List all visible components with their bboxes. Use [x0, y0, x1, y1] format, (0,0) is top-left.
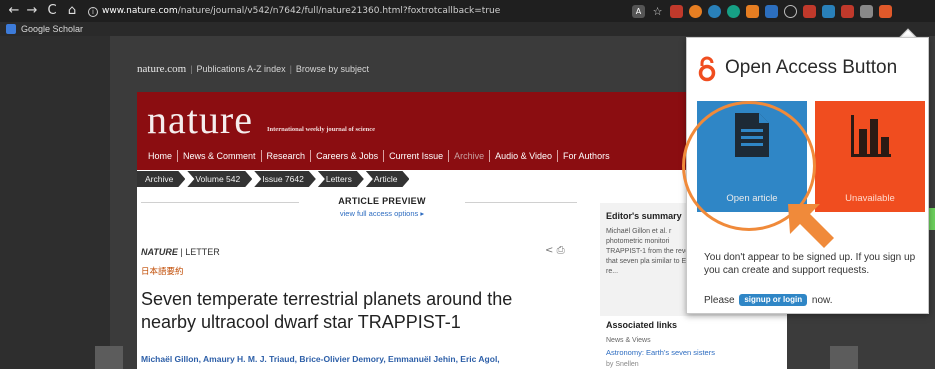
breadcrumb-letters[interactable]: Letters — [318, 171, 364, 187]
breadcrumb-volume[interactable]: Volume 542 — [187, 171, 252, 187]
extension-blue-icon[interactable] — [708, 4, 721, 18]
extension-circle-icon[interactable] — [784, 4, 797, 18]
nature-com-logo[interactable]: nature.com — [137, 63, 186, 75]
home-icon[interactable]: ⌂ — [64, 3, 80, 19]
rss-icon[interactable] — [746, 4, 759, 18]
mail-icon[interactable] — [841, 4, 854, 18]
please-text: Please — [704, 295, 735, 306]
menu-research[interactable]: Research — [262, 150, 312, 162]
bar-chart-icon — [851, 115, 891, 157]
news-views-label: News & Views — [606, 337, 651, 344]
bookmark-google-scholar[interactable]: Google Scholar — [21, 23, 83, 35]
tagline: International weekly journal of science — [267, 126, 375, 133]
menu-home[interactable]: Home — [143, 150, 179, 162]
back-arrow-icon[interactable]: ← — [6, 3, 22, 19]
url-host: www.nature.com — [102, 6, 178, 16]
menu-news-comment[interactable]: News & Comment — [178, 150, 262, 162]
now-text: now. — [811, 295, 833, 306]
bookmarks-bar: Google Scholar — [0, 22, 935, 36]
pdf-icon[interactable] — [803, 4, 816, 18]
divider — [465, 202, 577, 203]
google-scholar-icon — [6, 24, 16, 34]
share-icon[interactable]: < — [545, 245, 553, 256]
forward-arrow-icon[interactable]: → — [24, 3, 40, 19]
menu-current-issue[interactable]: Current Issue — [384, 150, 450, 162]
page-margin — [0, 36, 110, 369]
site-nav-publications[interactable]: Publications A-Z index — [197, 64, 286, 74]
extension-teal-icon[interactable] — [727, 4, 740, 18]
nature-logo[interactable]: nature — [147, 98, 253, 142]
breadcrumb-archive[interactable]: Archive — [137, 171, 185, 187]
editors-summary-title: Editor's summary — [606, 211, 682, 221]
extension-people-icon[interactable] — [765, 4, 778, 18]
main-menu: Home News & Comment Research Careers & J… — [143, 150, 615, 162]
kicker-journal: NATURE — [141, 247, 178, 257]
open-access-popup: Open Access Button Open article Unavaila… — [682, 37, 929, 314]
browser-toolbar: ← → C ⌂ i www.nature.com/nature/journal/v… — [0, 0, 935, 22]
menu-archive[interactable]: Archive — [449, 150, 491, 162]
divider — [141, 202, 299, 203]
url-path: /nature/journal/v542/n7642/full/nature21… — [177, 6, 501, 16]
view-full-access-link[interactable]: view full access options ▸ — [287, 209, 477, 218]
info-icon[interactable]: i — [88, 7, 98, 17]
address-bar[interactable]: i www.nature.com/nature/journal/v542/n764… — [88, 3, 668, 19]
article-kicker: NATURE | LETTER — [141, 247, 220, 257]
open-access-logo-icon — [698, 56, 716, 82]
menu-audio-video[interactable]: Audio & Video — [490, 150, 559, 162]
kicker-type: | LETTER — [180, 247, 220, 257]
open-access-button-icon[interactable] — [879, 4, 892, 18]
login-row: Please signup or login now. — [704, 294, 833, 307]
extension-grey-icon[interactable] — [860, 4, 873, 18]
reload-icon[interactable]: C — [44, 3, 60, 19]
associated-links-title: Associated links — [606, 320, 678, 330]
share-print-icons: < ⎙ — [545, 245, 565, 256]
menu-for-authors[interactable]: For Authors — [558, 150, 615, 162]
signup-login-button[interactable]: signup or login — [739, 294, 808, 306]
star-icon[interactable]: ☆ — [651, 5, 664, 18]
pointer-arrow-annotation — [788, 204, 834, 248]
prev-article-button[interactable] — [95, 346, 123, 369]
article-headline: Seven temperate terrestrial planets arou… — [141, 289, 513, 332]
popup-title: Open Access Button — [725, 57, 898, 78]
news-views-link[interactable]: Astronomy: Earth's seven sisters — [606, 348, 715, 357]
translate-icon[interactable]: A — [632, 4, 645, 18]
site-nav-browse[interactable]: Browse by subject — [296, 64, 369, 74]
breadcrumb-article[interactable]: Article — [366, 171, 410, 187]
signup-message: You don't appear to be signed up. If you… — [704, 252, 916, 276]
japanese-summary-link[interactable]: 日本語要約 — [141, 265, 184, 277]
extension-orange-icon[interactable] — [689, 4, 702, 18]
site-nav: nature.com | Publications A-Z index | Browse… — [137, 63, 369, 75]
news-views-author: by Snellen — [606, 361, 639, 368]
next-article-button[interactable] — [830, 346, 858, 369]
article-preview-title: ARTICLE PREVIEW — [338, 196, 426, 206]
menu-careers-jobs[interactable]: Careers & Jobs — [311, 150, 385, 162]
print-icon[interactable]: ⎙ — [557, 245, 565, 256]
extension-icons: A ☆ — [632, 4, 892, 18]
extension-red-icon[interactable] — [670, 4, 683, 18]
article-authors[interactable]: Michaël Gillon, Amaury H. M. J. Triaud, … — [141, 354, 581, 364]
breadcrumb-issue[interactable]: Issue 7642 — [254, 171, 316, 187]
extension-drop-icon[interactable] — [822, 4, 835, 18]
unavailable-tile[interactable]: Unavailable — [815, 101, 925, 212]
